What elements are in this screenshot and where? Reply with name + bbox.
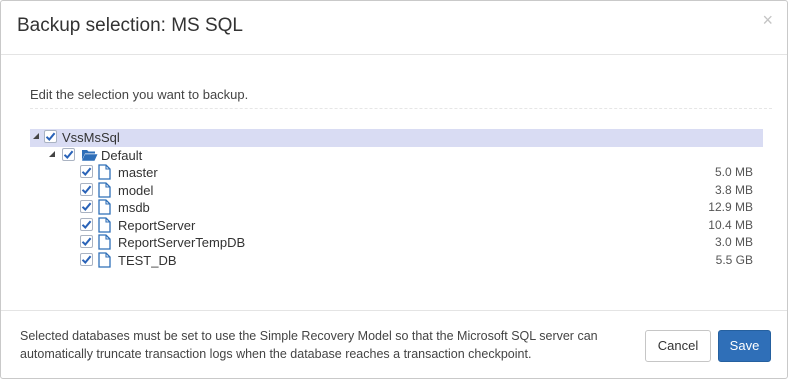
tree-node-db[interactable]: master 5.0 MB (30, 164, 763, 182)
checkmark-icon (81, 202, 92, 211)
tree-node-root[interactable]: VssMsSql (30, 129, 763, 147)
db-name: master (118, 165, 158, 180)
db-checkbox[interactable] (80, 252, 93, 266)
db-name: TEST_DB (118, 252, 177, 268)
db-name: msdb (118, 200, 150, 215)
save-button[interactable]: Save (718, 330, 771, 362)
tree-node-db[interactable]: model 3.8 MB (30, 181, 763, 200)
checkmark-icon (81, 167, 92, 176)
db-checkbox[interactable] (80, 165, 93, 178)
tree-node-label: VssMsSql (62, 130, 120, 145)
group-checkbox[interactable] (62, 147, 75, 161)
dialog-header: Backup selection: MS SQL × (1, 1, 787, 55)
db-size: 12.9 MB (708, 200, 753, 214)
checkmark-icon (81, 255, 92, 264)
db-size: 3.0 MB (714, 235, 753, 249)
close-icon[interactable]: × (762, 11, 773, 29)
root-checkbox[interactable] (44, 130, 57, 143)
folder-open-icon (81, 148, 98, 166)
tree-node-label: Default (101, 147, 143, 163)
dialog-footer: Selected databases must be set to use th… (1, 310, 787, 378)
instruction-text: Edit the selection you want to backup. (30, 87, 249, 102)
db-checkbox[interactable] (80, 217, 93, 231)
db-checkbox[interactable] (80, 235, 93, 248)
db-size: 5.0 MB (714, 165, 753, 179)
tree-node-group[interactable]: Default (30, 147, 763, 165)
recovery-model-note: Selected databases must be set to use th… (20, 329, 598, 361)
db-name: ReportServerTempDB (118, 235, 246, 250)
tree-node-db[interactable]: ReportServer 10.4 MB (30, 216, 763, 235)
file-icon (98, 251, 111, 272)
cancel-button[interactable]: Cancel (645, 330, 711, 362)
db-checkbox[interactable] (80, 182, 93, 196)
collapse-icon[interactable] (33, 133, 39, 139)
dialog-title: Backup selection: MS SQL (17, 15, 243, 36)
collapse-icon[interactable] (49, 150, 55, 157)
db-name: ReportServer (118, 217, 196, 233)
db-size: 10.4 MB (708, 217, 753, 232)
checkmark-icon (81, 185, 92, 194)
db-size: 5.5 GB (715, 252, 753, 267)
db-name: model (118, 182, 154, 198)
tree-node-db[interactable]: TEST_DB 5.5 GB (30, 251, 763, 272)
checkmark-icon (63, 150, 74, 159)
checkmark-icon (81, 220, 92, 229)
backup-selection-dialog: Backup selection: MS SQL × Edit the sele… (0, 0, 788, 379)
db-checkbox[interactable] (80, 200, 93, 213)
checkmark-icon (81, 237, 92, 246)
tree-node-db[interactable]: msdb 12.9 MB (30, 199, 763, 217)
checkmark-icon (45, 132, 56, 141)
db-size: 3.8 MB (714, 182, 753, 197)
divider (30, 108, 772, 109)
selection-tree: VssMsSql Default master 5.0 MB model 3.8… (30, 129, 763, 269)
tree-node-db[interactable]: ReportServerTempDB 3.0 MB (30, 234, 763, 252)
